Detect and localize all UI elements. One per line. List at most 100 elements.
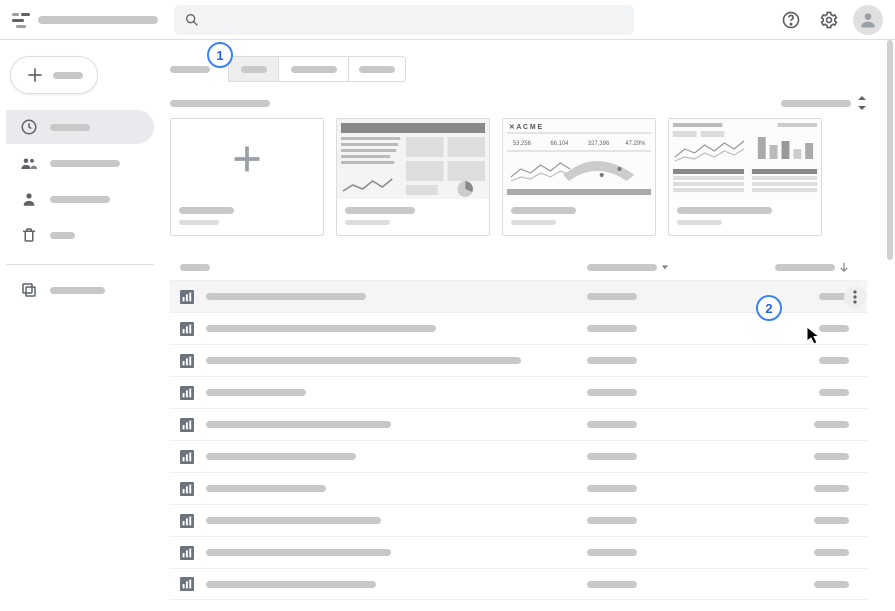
trash-icon <box>20 226 38 244</box>
acme-thumb: ✕ A C M E 53,25666,104327,39647.29% <box>503 119 655 199</box>
scrollbar-thumb[interactable] <box>887 40 893 260</box>
row-overflow-menu[interactable] <box>843 505 867 536</box>
sidebar-item-recent[interactable] <box>6 110 154 144</box>
plus-icon <box>25 65 45 85</box>
type-filter-all[interactable] <box>170 66 210 73</box>
row-owner <box>587 549 637 556</box>
report-type-icon <box>180 514 194 528</box>
col-mid-sort[interactable] <box>587 263 747 271</box>
type-filter-tabs <box>170 56 867 82</box>
row-overflow-menu[interactable] <box>843 345 867 376</box>
col-right-sort[interactable] <box>747 262 867 272</box>
report-row[interactable] <box>170 536 867 568</box>
svg-text:66,104: 66,104 <box>550 141 569 147</box>
row-owner <box>587 485 637 492</box>
people-icon <box>20 154 38 172</box>
mouse-cursor-icon <box>806 326 822 346</box>
clock-icon <box>20 118 38 136</box>
caret-down-icon <box>661 263 669 271</box>
template-cards-row: ✕ A C M E 53,25666,104327,39647.29% <box>170 118 867 236</box>
row-owner <box>587 357 637 364</box>
blank-thumb <box>171 119 323 199</box>
report-row[interactable] <box>170 408 867 440</box>
person-icon <box>20 190 38 208</box>
sidebar-item-trash[interactable] <box>6 218 154 252</box>
tutorial-thumb <box>337 119 489 199</box>
app-logo-icon <box>12 11 30 29</box>
row-overflow-menu[interactable] <box>843 441 867 472</box>
list-header <box>170 258 867 280</box>
sidebar-item-shared[interactable] <box>6 146 154 180</box>
sidebar <box>0 40 160 611</box>
report-type-icon <box>180 290 194 304</box>
row-owner <box>587 293 637 300</box>
row-name <box>206 421 391 428</box>
row-overflow-menu[interactable] <box>843 281 867 312</box>
callout-1: 1 <box>207 42 233 68</box>
row-name <box>206 549 391 556</box>
row-overflow-menu[interactable] <box>843 377 867 408</box>
svg-text:53,256: 53,256 <box>513 141 532 147</box>
template-card-tutorial[interactable] <box>336 118 490 236</box>
app-title <box>38 16 158 24</box>
row-name <box>206 485 326 492</box>
svg-text:✕ A C M E: ✕ A C M E <box>509 124 543 131</box>
create-button[interactable] <box>10 56 98 94</box>
report-type-icon <box>180 322 194 336</box>
row-owner <box>587 389 637 396</box>
row-overflow-menu[interactable] <box>843 473 867 504</box>
sidebar-divider <box>6 264 154 265</box>
template-card-blank[interactable] <box>170 118 324 236</box>
tab-seg-1[interactable] <box>228 56 278 82</box>
templates-heading <box>170 100 270 107</box>
row-overflow-menu[interactable] <box>843 569 867 599</box>
row-name <box>206 581 376 588</box>
arrow-down-icon <box>839 262 849 272</box>
report-type-icon <box>180 482 194 496</box>
row-name <box>206 453 356 460</box>
template-card-search[interactable] <box>668 118 822 236</box>
col-name-label[interactable] <box>180 264 210 271</box>
search-input[interactable] <box>174 5 634 35</box>
vertical-scrollbar[interactable] <box>885 40 895 611</box>
callout-2: 2 <box>756 295 782 321</box>
report-row[interactable] <box>170 568 867 600</box>
row-owner <box>587 421 637 428</box>
settings-gear-icon[interactable] <box>815 6 843 34</box>
report-row[interactable] <box>170 344 867 376</box>
row-overflow-menu[interactable] <box>843 537 867 568</box>
templates-sort-toggle[interactable] <box>781 96 867 110</box>
app-header <box>0 0 895 40</box>
sidebar-item-templates[interactable] <box>6 273 154 307</box>
row-name <box>206 389 306 396</box>
tab-seg-3[interactable] <box>348 56 406 82</box>
row-name <box>206 293 366 300</box>
more-vert-icon <box>853 290 857 304</box>
report-type-icon <box>180 450 194 464</box>
row-name <box>206 325 436 332</box>
report-row[interactable] <box>170 440 867 472</box>
sidebar-item-owned[interactable] <box>6 182 154 216</box>
row-overflow-menu[interactable] <box>843 313 867 344</box>
report-type-icon <box>180 546 194 560</box>
report-type-icon <box>180 418 194 432</box>
search-icon <box>184 12 200 28</box>
row-owner <box>587 325 637 332</box>
user-avatar[interactable] <box>853 5 883 35</box>
report-row[interactable] <box>170 472 867 504</box>
row-overflow-menu[interactable] <box>843 409 867 440</box>
templates-section-header <box>170 96 867 110</box>
templates-icon <box>20 281 38 299</box>
report-row[interactable] <box>170 376 867 408</box>
svg-text:327,396: 327,396 <box>588 141 610 147</box>
template-card-acme[interactable]: ✕ A C M E 53,25666,104327,39647.29% <box>502 118 656 236</box>
report-type-icon <box>180 354 194 368</box>
row-name <box>206 357 521 364</box>
help-icon[interactable] <box>777 6 805 34</box>
row-name <box>206 517 381 524</box>
tab-seg-2[interactable] <box>278 56 348 82</box>
chevron-up-down-icon <box>857 96 867 110</box>
search-thumb <box>669 119 821 199</box>
report-list <box>170 280 867 600</box>
report-row[interactable] <box>170 504 867 536</box>
